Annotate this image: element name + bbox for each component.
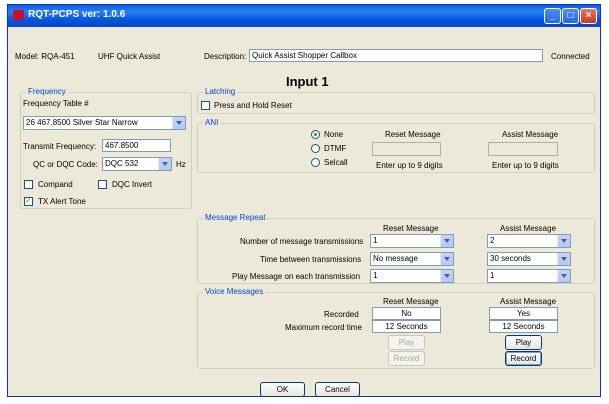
repeat-count-assist-select[interactable]: 2	[487, 234, 571, 248]
press-hold-reset-checkbox[interactable]	[201, 101, 210, 110]
ok-button[interactable]: OK	[260, 382, 305, 397]
play-assist-button[interactable]: Play	[505, 335, 542, 350]
ani-reset-hint: Enter up to 9 digits	[376, 161, 443, 170]
ani-legend: ANI	[203, 118, 221, 127]
recorded-assist-value: Yes	[489, 307, 558, 320]
press-hold-reset-label: Press and Hold Reset	[214, 101, 292, 110]
ani-none-radio[interactable]	[311, 130, 320, 139]
voice-assist-header: Assist Message	[500, 297, 557, 306]
minimize-button[interactable]: _	[544, 8, 561, 24]
app-icon	[13, 10, 24, 20]
transmit-frequency-input[interactable]: 467.8500	[102, 139, 171, 152]
max-record-reset-value: 12 Seconds	[372, 320, 441, 333]
ani-dtmf-radio[interactable]	[311, 144, 320, 153]
voice-messages-legend: Voice Messages	[203, 287, 266, 296]
repeat-interval-assist-value: 30 seconds	[490, 254, 531, 263]
repeat-play-reset-select[interactable]: 1	[370, 269, 454, 283]
recorded-label: Recorded	[324, 310, 359, 319]
max-record-time-label: Maximum record time	[285, 323, 362, 332]
close-button[interactable]: ×	[580, 8, 597, 24]
maximize-button[interactable]: □	[562, 8, 579, 24]
cancel-button[interactable]: Cancel	[315, 382, 360, 397]
hz-label: Hz	[176, 160, 186, 169]
repeat-reset-header: Reset Message	[383, 224, 439, 233]
code-label: QC or DQC Code:	[33, 160, 98, 169]
frequency-table-select[interactable]: 26 467.8500 Silver Star Narrow	[23, 116, 186, 130]
window-title: RQT-PCPS ver: 1.0.6	[28, 9, 126, 20]
repeat-count-reset-value: 1	[373, 236, 378, 245]
record-reset-button[interactable]: Record	[388, 351, 425, 366]
ani-assist-input[interactable]	[488, 142, 558, 156]
code-select[interactable]: DQC 532	[102, 157, 172, 171]
repeat-play-assist-value: 1	[490, 271, 495, 280]
compand-label: Compand	[38, 180, 73, 189]
device-type-label: UHF Quick Assist	[98, 52, 161, 61]
connection-status: Connected	[551, 52, 590, 61]
chevron-down-icon[interactable]	[440, 235, 453, 247]
ani-selcall-label: Selcall	[324, 158, 348, 167]
chevron-down-icon[interactable]	[158, 158, 171, 170]
repeat-play-assist-select[interactable]: 1	[487, 269, 571, 283]
record-assist-button[interactable]: Record	[505, 351, 542, 366]
frequency-legend: Frequency	[26, 87, 68, 96]
frequency-table-label: Frequency Table #	[23, 99, 89, 108]
repeat-interval-reset-select[interactable]: No message	[370, 252, 454, 266]
chevron-down-icon[interactable]	[557, 270, 570, 282]
repeat-count-assist-value: 2	[490, 236, 495, 245]
repeat-row-label: Number of message transmissions	[240, 237, 364, 246]
chevron-down-icon[interactable]	[172, 117, 185, 129]
ani-selcall-radio[interactable]	[311, 158, 320, 167]
latching-legend: Latching	[203, 87, 238, 96]
max-record-assist-value: 12 Seconds	[489, 320, 558, 333]
chevron-down-icon[interactable]	[557, 235, 570, 247]
title-bar[interactable]: RQT-PCPS ver: 1.0.6 _ □ ×	[8, 5, 600, 27]
play-reset-button[interactable]: Play	[388, 335, 425, 350]
ani-dtmf-label: DTMF	[324, 144, 347, 153]
description-label: Description:	[204, 52, 247, 61]
ani-none-label: None	[324, 130, 344, 139]
ani-assist-header: Assist Message	[502, 130, 559, 139]
compand-checkbox[interactable]	[24, 180, 33, 189]
dqc-invert-label: DQC Invert	[112, 180, 153, 189]
dqc-invert-checkbox[interactable]	[98, 180, 107, 189]
repeat-play-reset-value: 1	[373, 271, 378, 280]
repeat-assist-header: Assist Message	[500, 224, 557, 233]
message-repeat-legend: Message Repeat	[203, 213, 268, 222]
chevron-down-icon[interactable]	[440, 270, 453, 282]
ani-reset-input[interactable]	[372, 142, 441, 156]
repeat-count-reset-select[interactable]: 1	[370, 234, 454, 248]
recorded-reset-value: No	[372, 307, 441, 320]
repeat-interval-assist-select[interactable]: 30 seconds	[487, 252, 571, 266]
repeat-row-label: Time between transmissions	[260, 255, 362, 264]
input-title: Input 1	[286, 74, 329, 89]
tx-alert-checkbox[interactable]	[24, 196, 33, 206]
ani-reset-header: Reset Message	[385, 130, 441, 139]
code-value: DQC 532	[105, 159, 139, 168]
voice-reset-header: Reset Message	[383, 297, 439, 306]
repeat-interval-reset-value: No message	[373, 254, 418, 263]
chevron-down-icon[interactable]	[557, 253, 570, 265]
model-label: Model: RQA-451	[15, 52, 75, 61]
frequency-table-value: 26 467.8500 Silver Star Narrow	[26, 118, 138, 127]
tx-alert-label: TX Alert Tone	[38, 197, 86, 206]
transmit-frequency-label: Transmit Frequency:	[23, 142, 97, 151]
repeat-row-label: Play Message on each transmission	[232, 272, 361, 281]
ani-assist-hint: Enter up to 9 digits	[492, 161, 559, 170]
description-input[interactable]: Quick Assist Shopper Callbox	[249, 49, 543, 62]
chevron-down-icon[interactable]	[440, 253, 453, 265]
